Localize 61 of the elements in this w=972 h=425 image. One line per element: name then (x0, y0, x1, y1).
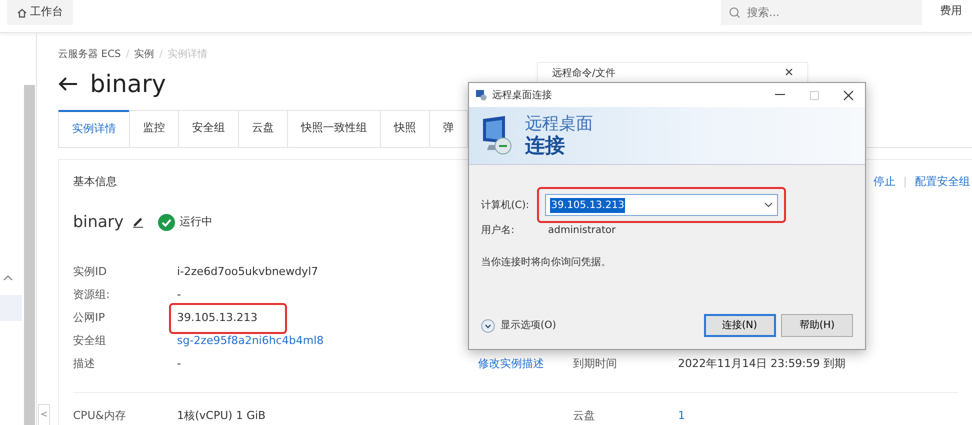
close-icon[interactable] (785, 68, 793, 76)
home-button[interactable]: 工作台 (7, 0, 73, 25)
search-field[interactable]: 搜索... (721, 0, 922, 25)
tab[interactable]: 实例详情 (58, 110, 130, 146)
field-label: 安全组 (73, 333, 107, 350)
field-value: 2022年11月14日 23:59:59 到期 (678, 356, 846, 372)
field-value: 1 (678, 408, 685, 424)
tab[interactable]: 弹 (429, 110, 468, 146)
chevron-down-icon[interactable] (764, 202, 774, 208)
breadcrumb-separator: / (159, 48, 163, 62)
home-icon (17, 8, 27, 18)
minimize-icon (775, 94, 785, 96)
breadcrumb-item[interactable]: 云服务器 ECS (58, 47, 121, 62)
field-label: 公网IP (73, 310, 106, 326)
field-label: CPU&内存 (73, 408, 127, 424)
remote-desktop-icon (475, 89, 487, 101)
field-value: 1核(vCPU) 1 GiB (176, 408, 267, 424)
field-label: 用户名: (481, 224, 516, 238)
section-heading: 基本信息 (73, 174, 117, 190)
field-label: 描述 (73, 356, 96, 372)
field-value: 39.105.13.213 (171, 305, 286, 332)
field-value: i-2ze6d7oo5ukvbnewdyl7 (176, 264, 320, 280)
breadcrumb-separator: / (126, 48, 130, 62)
scrollbar[interactable] (24, 85, 35, 425)
search-icon (729, 7, 740, 18)
action-separator: | (903, 174, 907, 190)
status-text: 运行中 (180, 214, 213, 230)
nav-link[interactable]: 费用 (940, 2, 962, 20)
page-title: binary (90, 72, 166, 96)
check-circle-icon (158, 214, 175, 230)
instance-name: binary (73, 211, 124, 233)
banner-title: 远程桌面 (525, 115, 593, 134)
edit-icon[interactable] (132, 216, 144, 228)
panel-title: 远程命令/文件 (552, 68, 616, 79)
computer-combobox[interactable]: 39.105.13.213 (545, 194, 778, 216)
action-link[interactable]: 配置安全组 (915, 174, 970, 190)
breadcrumb-item: 实例详情 (168, 48, 208, 62)
field-label: 计算机(C): (481, 198, 530, 212)
field-value: administrator (548, 224, 616, 238)
back-arrow-icon[interactable] (58, 76, 78, 92)
field-label: 到期时间 (573, 356, 618, 372)
field-label: 实例ID (73, 264, 108, 280)
chevron-up-icon[interactable] (3, 274, 13, 282)
maximize-icon (810, 90, 818, 100)
field-value: - (176, 356, 182, 372)
info-text: 当你连接时将向你询问凭据。 (481, 256, 611, 270)
window-title: 远程桌面连接 (492, 88, 552, 102)
action-link[interactable]: 停止 (873, 174, 896, 190)
dialog-button[interactable]: 帮助(H) (781, 314, 853, 337)
close-icon (842, 90, 854, 100)
breadcrumb-item[interactable]: 实例 (134, 47, 154, 62)
edit-description-link[interactable]: 修改实例描述 (478, 356, 573, 373)
field-label: 云盘 (573, 408, 596, 424)
expand-icon (481, 318, 495, 332)
security-group-link[interactable]: sg-2ze95f8a2ni6hc4b4ml8 (171, 331, 330, 352)
collapse-button[interactable]: < (38, 404, 50, 425)
options-toggle[interactable]: 显示选项(O) (481, 318, 556, 333)
field-value: - (176, 287, 182, 304)
field-label: 资源组: (73, 287, 111, 304)
dialog-button[interactable]: 连接(N) (704, 314, 776, 337)
banner-subtitle: 连接 (525, 134, 566, 156)
